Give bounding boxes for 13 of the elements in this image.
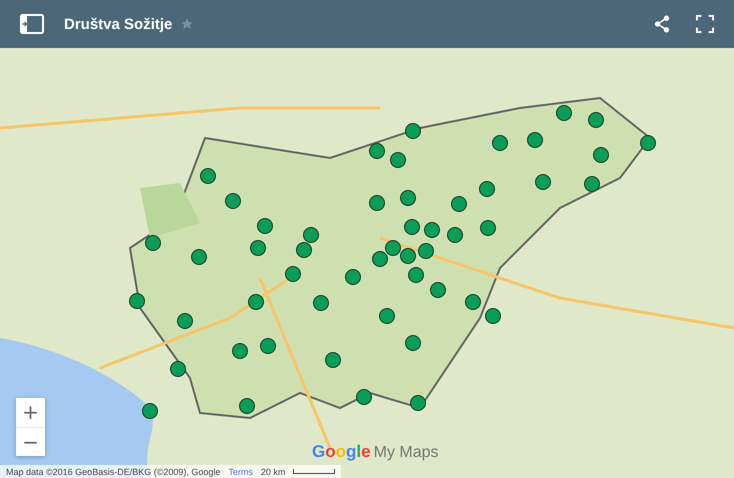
scale-bar [293,469,336,474]
fullscreen-icon[interactable] [696,15,714,33]
scale-label: 20 km [260,466,286,476]
terms-link[interactable]: Terms [228,466,253,476]
zoom-in-button[interactable]: + [16,398,45,427]
map-title: Društva Sožitje [64,16,172,32]
share-icon[interactable] [654,15,670,33]
attribution-text: Map data ©2016 GeoBasis-DE/BKG (©2009), Google [6,466,220,476]
sidebar-toggle-icon[interactable] [20,14,44,34]
star-icon[interactable] [180,17,194,31]
zoom-out-button[interactable]: − [16,427,45,456]
logo-product: My Maps [374,444,439,462]
logo-brand: Google [312,442,371,462]
